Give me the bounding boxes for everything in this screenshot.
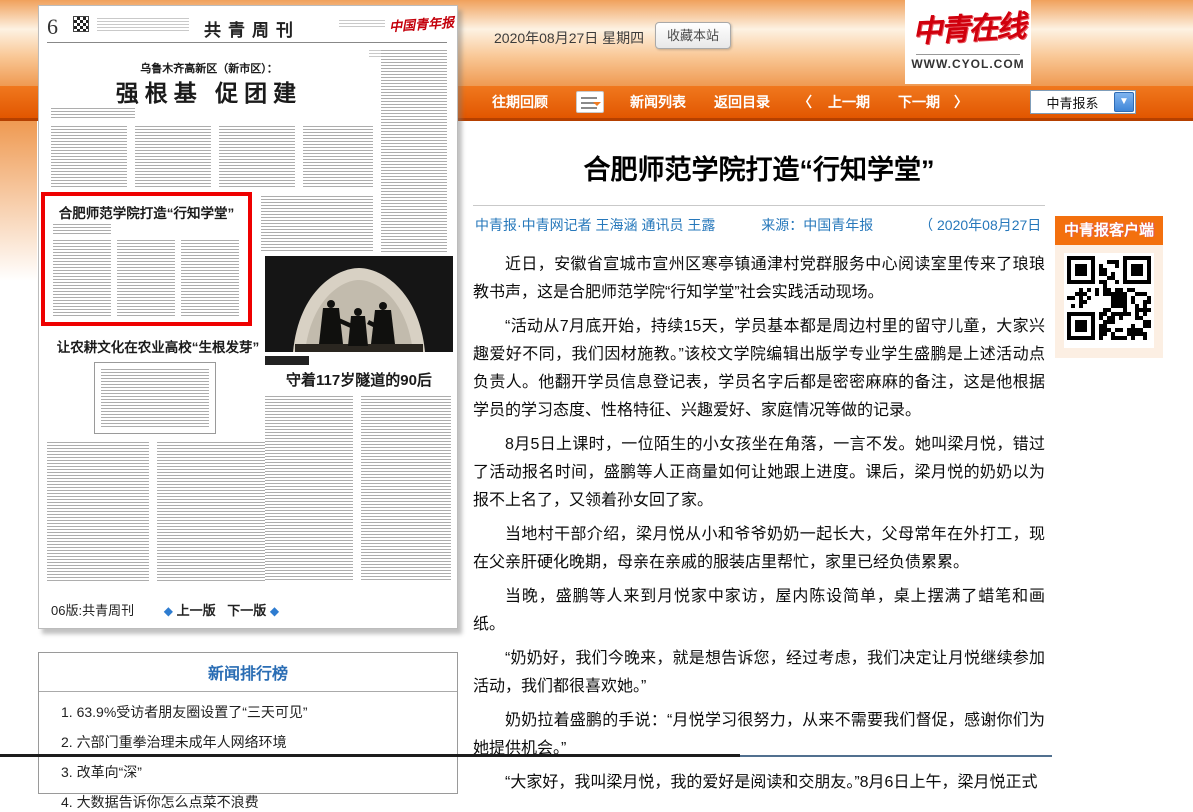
- bottom-divider-right: [740, 755, 1052, 757]
- paper-quote-text-sim: [101, 369, 209, 427]
- paper-text-column: [265, 396, 353, 582]
- paper-header-tiny-text: [97, 18, 189, 32]
- paper-footer: 06版:共青周刊 ◆ 上一版 下一版 ◆: [51, 600, 279, 619]
- article-paragraph: 当地村干部介绍，梁月悦从小和爷爷奶奶一起长大，父母常年在外打工，现在父亲肝硬化晚…: [473, 521, 1045, 577]
- article-paragraph: 当晚，盛鹏等人来到月悦家中家访，屋内陈设简单，桌上摆满了蜡笔和画纸。: [473, 583, 1045, 639]
- paper-right-column: [381, 50, 447, 254]
- paper-headline2[interactable]: 合肥师范学院打造“行知学堂”: [49, 202, 244, 222]
- news-ranking-title: 新闻排行榜: [39, 653, 457, 692]
- chevron-down-icon: ▼: [1114, 92, 1134, 112]
- paper-text-column: [47, 442, 149, 582]
- article-byline: 中青报·中青网记者 王海涵 通讯员 王露: [475, 217, 715, 233]
- article-paragraph: 近日，安徽省宣城市宣州区寒亭镇通津村党群服务中心阅读室里传来了琅琅教书声，这是合…: [473, 251, 1045, 307]
- article-meta: 中青报·中青网记者 王海涵 通讯员 王露 来源：中国青年报 （ 2020年08月…: [473, 206, 1045, 241]
- paper-footer-page-label: 06版:共青周刊: [51, 603, 134, 618]
- article-content: 合肥师范学院打造“行知学堂” 中青报·中青网记者 王海涵 通讯员 王露 来源：中…: [473, 0, 1045, 803]
- paper-page-number: 6: [47, 14, 58, 40]
- bottom-divider-left: [0, 754, 740, 757]
- article-paragraph: “活动从7月底开始，持续15天，学员基本都是周边村里的留守儿童，大家兴趣爱好不同…: [473, 313, 1045, 425]
- qr-code: [1064, 253, 1154, 348]
- paper-text-column: [51, 126, 127, 188]
- paper-series-select[interactable]: 中青报系 ▼: [1030, 90, 1136, 114]
- paper-photo-headline[interactable]: 守着117岁隧道的90后: [265, 369, 453, 390]
- paper-text-column: [361, 396, 451, 582]
- paper-text-column: [303, 126, 373, 188]
- newspaper-page-thumbnail[interactable]: 6 共青周刊 中国青年报 乌鲁木齐高新区（新市区）： 强根基 促团建 合肥师范学…: [38, 5, 458, 629]
- paper-masthead-logo: 中国青年报: [388, 12, 454, 35]
- article-paragraph: 8月5日上课时，一位陌生的小女孩坐在角落，一言不发。她叫梁月悦，错过了活动报名时…: [473, 431, 1045, 515]
- paper-text-column: [117, 240, 175, 316]
- paper-text-column: [157, 442, 265, 582]
- ranking-item-4[interactable]: 4. 大数据告诉你怎么点菜不浪费: [61, 792, 457, 812]
- paper-masthead: 共青周刊: [177, 16, 327, 41]
- paper-text-column: [181, 240, 239, 316]
- left-gradient-strip: [0, 121, 37, 281]
- paper-byline-sim: [53, 224, 111, 234]
- tunnel-photo[interactable]: [265, 256, 453, 352]
- paper-headline1[interactable]: 强根基 促团建: [59, 74, 359, 108]
- paper-text-column: [219, 126, 295, 188]
- paper-header-rule: [47, 42, 447, 43]
- ranking-item-1[interactable]: 1. 63.9%受访者朋友圈设置了“三天可见”: [61, 702, 457, 722]
- paper-headline3[interactable]: 让农耕文化在农业高校“生根发芽”: [47, 336, 269, 356]
- paper-byline-sim: [51, 108, 135, 120]
- paper-quote-box: [94, 362, 216, 434]
- article-paragraph: “大家好，我叫梁月悦，我的爱好是阅读和交朋友。”8月6日上午，梁月悦正式: [473, 769, 1045, 797]
- app-client-widget: 中青报客户端: [1055, 216, 1163, 358]
- article-source: 来源：中国青年报: [761, 217, 873, 233]
- ranking-item-3[interactable]: 3. 改革向“深”: [61, 762, 457, 782]
- next-page-link[interactable]: 下一版: [227, 603, 266, 618]
- paper-mini-qr-icon: [73, 16, 89, 32]
- paper-text-column: [261, 196, 373, 252]
- next-page-diamond-icon[interactable]: ◆: [270, 604, 279, 618]
- app-client-widget-title: 中青报客户端: [1055, 216, 1163, 245]
- prev-page-link[interactable]: 上一版: [177, 603, 216, 618]
- prev-page-diamond-icon[interactable]: ◆: [164, 604, 173, 618]
- paper-text-column: [135, 126, 211, 188]
- paper-header-date-text: [339, 20, 385, 28]
- news-ranking-panel: 新闻排行榜 1. 63.9%受访者朋友圈设置了“三天可见” 2. 六部门重拳治理…: [38, 652, 458, 794]
- photo-story-tag: [265, 356, 309, 365]
- article-paragraph: “奶奶好，我们今晚来，就是想告诉您，经过考虑，我们决定让月悦继续参加活动，我们都…: [473, 645, 1045, 701]
- article-title: 合肥师范学院打造“行知学堂”: [473, 152, 1045, 188]
- paper-text-column: [53, 240, 111, 316]
- ranking-item-2[interactable]: 2. 六部门重拳治理未成年人网络环境: [61, 732, 457, 752]
- highlighted-article-box[interactable]: 合肥师范学院打造“行知学堂”: [41, 192, 252, 326]
- app-client-widget-body: [1055, 245, 1163, 358]
